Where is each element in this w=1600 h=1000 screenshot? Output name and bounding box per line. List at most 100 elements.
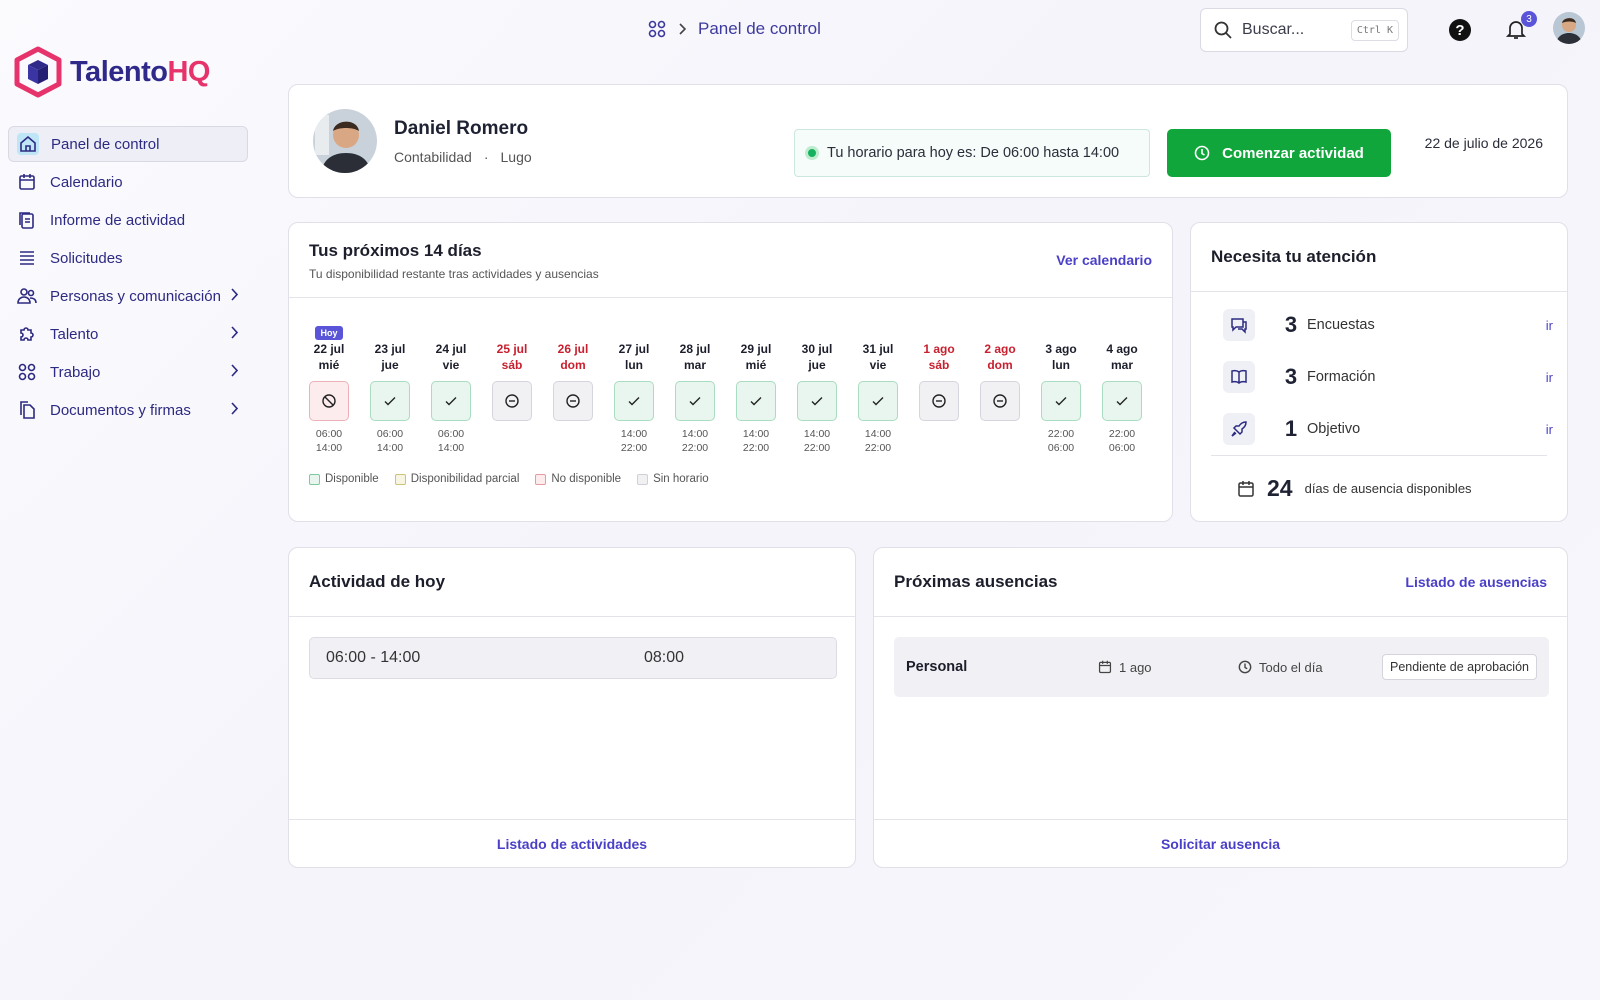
day-column[interactable]: 23 jul jue 06:00 14:00	[370, 323, 410, 455]
check-icon[interactable]	[1102, 381, 1142, 421]
day-start: 22:00	[1108, 428, 1136, 440]
check-icon[interactable]	[797, 381, 837, 421]
absence-row[interactable]: Personal 1 ago Todo el día Pendiente de …	[894, 637, 1549, 697]
day-start: 14:00	[803, 428, 831, 440]
day-column[interactable]: 24 jul vie 06:00 14:00	[431, 323, 471, 455]
day-column[interactable]: 29 jul mié 14:00 22:00	[736, 323, 776, 455]
day-end: 14:00	[376, 442, 404, 454]
schedule-text: Tu horario para hoy es: De 06:00 hasta 1…	[827, 145, 1120, 161]
sidebar-item-solicitudes[interactable]: Solicitudes	[8, 240, 248, 276]
day-date: 1 ago	[923, 342, 955, 356]
calendar-icon	[1238, 480, 1254, 497]
today-activity-card: Actividad de hoy 06:00 - 14:00 08:00 Lis…	[288, 547, 856, 868]
day-column[interactable]: 25 jul sáb	[492, 323, 532, 455]
go-link[interactable]: ir	[1546, 422, 1553, 437]
today-badge-slot	[614, 323, 654, 337]
activity-row[interactable]: 06:00 - 14:00 08:00	[309, 637, 837, 679]
location: Lugo	[500, 149, 532, 165]
blocked-icon[interactable]	[309, 381, 349, 421]
day-date: 25 jul	[496, 342, 528, 356]
day-start: 22:00	[1047, 428, 1075, 440]
rocket-icon	[1223, 413, 1255, 445]
sidebar-item-informe-de-actividad[interactable]: Informe de actividad	[8, 202, 248, 238]
breadcrumb: Panel de control	[648, 19, 821, 39]
label: Objetivo	[1307, 421, 1361, 437]
start-activity-button[interactable]: Comenzar actividad	[1167, 129, 1391, 177]
today-badge-slot	[858, 323, 898, 337]
day-weekday: mié	[745, 358, 767, 372]
day-weekday: vie	[442, 358, 460, 372]
sidebar-item-trabajo[interactable]: Trabajo	[8, 354, 248, 390]
day-column[interactable]: 31 jul vie 14:00 22:00	[858, 323, 898, 455]
breadcrumb-current[interactable]: Panel de control	[698, 19, 821, 39]
day-column[interactable]: 28 jul mar 14:00 22:00	[675, 323, 715, 455]
go-link[interactable]: ir	[1546, 370, 1553, 385]
day-start: 06:00	[376, 428, 404, 440]
sidebar-item-documentos-y-firmas[interactable]: Documentos y firmas	[8, 392, 248, 428]
attention-item-surveys: 3 Encuestas ir	[1223, 309, 1553, 341]
go-link[interactable]: ir	[1546, 318, 1553, 333]
sidebar-item-talento[interactable]: Talento	[8, 316, 248, 352]
day-date: 31 jul	[862, 342, 894, 356]
day-weekday: sáb	[928, 358, 950, 372]
home-icon	[17, 133, 39, 155]
check-icon[interactable]	[614, 381, 654, 421]
day-start: 14:00	[742, 428, 770, 440]
apps-grid-icon[interactable]	[648, 20, 666, 38]
cube-logo-icon	[14, 46, 62, 98]
check-icon[interactable]	[675, 381, 715, 421]
sidebar-item-calendario[interactable]: Calendario	[8, 164, 248, 200]
search-input[interactable]: Buscar...	[1242, 21, 1341, 39]
check-icon[interactable]	[370, 381, 410, 421]
schedule-banner: Tu horario para hoy es: De 06:00 hasta 1…	[794, 129, 1150, 177]
day-column[interactable]: 26 jul dom	[553, 323, 593, 455]
sidebar-item-personas-y-comunicacion[interactable]: Personas y comunicación	[8, 278, 248, 314]
minus-circle-icon[interactable]	[980, 381, 1020, 421]
sidebar-item-label: Personas y comunicación	[50, 287, 221, 305]
check-icon[interactable]	[1041, 381, 1081, 421]
minus-circle-icon[interactable]	[492, 381, 532, 421]
label: Formación	[1307, 369, 1376, 385]
day-column[interactable]: 1 ago sáb	[919, 323, 959, 455]
day-date: 26 jul	[557, 342, 589, 356]
count: 3	[1284, 312, 1298, 337]
activities-list-link[interactable]: Listado de actividades	[497, 836, 647, 852]
day-weekday: jue	[381, 358, 399, 372]
minus-circle-icon[interactable]	[919, 381, 959, 421]
day-end: 22:00	[864, 442, 892, 454]
day-column[interactable]: 30 jul jue 14:00 22:00	[797, 323, 837, 455]
day-start: 14:00	[620, 428, 648, 440]
day-start: 06:00	[315, 428, 343, 440]
user-avatar[interactable]	[1553, 12, 1585, 44]
view-calendar-link[interactable]: Ver calendario	[1056, 252, 1152, 268]
day-column[interactable]: 3 ago lun 22:00 06:00	[1041, 323, 1081, 455]
check-icon[interactable]	[736, 381, 776, 421]
check-icon[interactable]	[431, 381, 471, 421]
day-column[interactable]: 2 ago dom	[980, 323, 1020, 455]
chat-icon	[1223, 309, 1255, 341]
legend-swatch	[637, 473, 649, 485]
status-badge: Pendiente de aprobación	[1381, 654, 1537, 680]
check-icon[interactable]	[858, 381, 898, 421]
day-date: 3 ago	[1045, 342, 1077, 356]
profile-card: Daniel Romero Contabilidad · Lugo Tu hor…	[288, 84, 1568, 198]
logo[interactable]: TalentoHQ	[14, 46, 210, 98]
day-column[interactable]: 27 jul lun 14:00 22:00	[614, 323, 654, 455]
request-absence-link[interactable]: Solicitar ausencia	[1161, 836, 1280, 852]
absences-list-link[interactable]: Listado de ausencias	[1405, 574, 1547, 590]
absence-days-summary: 24 días de ausencia disponibles	[1237, 475, 1472, 502]
day-weekday: jue	[808, 358, 826, 372]
today-badge: Hoy	[315, 326, 343, 340]
day-column[interactable]: Hoy 22 jul mié 06:00 14:00	[309, 323, 349, 455]
absence-date: 1 ago	[1098, 660, 1238, 675]
sidebar-item-panel-de-control[interactable]: Panel de control	[8, 126, 248, 162]
activity-range: 06:00 - 14:00	[326, 649, 421, 666]
help-icon[interactable]: ?	[1449, 19, 1471, 41]
legend-label: No disponible	[551, 473, 622, 485]
attention-item-training: 3 Formación ir	[1223, 361, 1553, 393]
minus-circle-icon[interactable]	[553, 381, 593, 421]
search-box[interactable]: Buscar... Ctrl K	[1200, 8, 1408, 52]
day-date: 28 jul	[679, 342, 711, 356]
day-column[interactable]: 4 ago mar 22:00 06:00	[1102, 323, 1142, 455]
brand-name: TalentoHQ	[70, 55, 210, 88]
